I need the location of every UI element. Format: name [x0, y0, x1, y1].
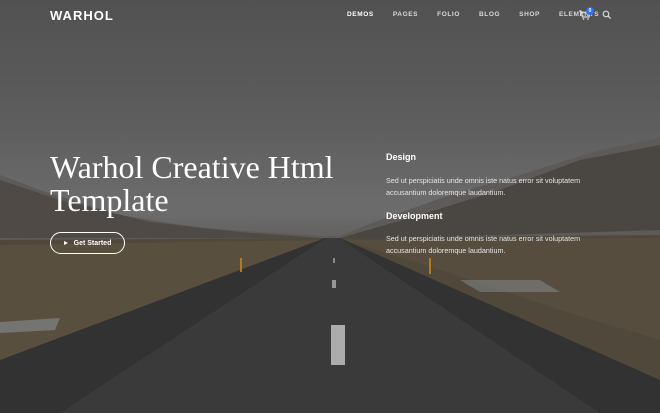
nav-item-pages[interactable]: PAGES: [393, 11, 418, 18]
search-icon[interactable]: [602, 10, 612, 20]
main-menu: DEMOS PAGES FOLIO BLOG SHOP ELEMENTS: [347, 11, 618, 18]
get-started-label: Get Started: [73, 239, 112, 247]
site-logo[interactable]: WARHOL: [50, 8, 114, 23]
get-started-button[interactable]: Get Started: [50, 232, 125, 254]
feature-heading: Development: [386, 211, 443, 221]
nav-item-blog[interactable]: BLOG: [479, 11, 500, 18]
feature-text: Sed ut perspiciatis unde omnis iste natu…: [386, 234, 581, 255]
top-navigation: WARHOL DEMOS PAGES FOLIO BLOG SHOP ELEME…: [0, 0, 660, 32]
feature-design: Design Sed ut perspiciatis unde omnis is…: [386, 152, 596, 199]
feature-development: Development Sed ut perspiciatis unde omn…: [386, 211, 596, 257]
cart-count-badge: 0: [586, 7, 594, 15]
nav-item-demos[interactable]: DEMOS: [347, 11, 374, 18]
feature-heading: Design: [386, 152, 417, 162]
nav-item-folio[interactable]: FOLIO: [437, 11, 460, 18]
feature-text: Sed ut perspiciatis unde omnis iste natu…: [386, 176, 581, 197]
play-icon: [63, 241, 68, 245]
nav-item-shop[interactable]: SHOP: [519, 11, 540, 18]
hero-title: Warhol Creative Html Template: [50, 149, 334, 218]
